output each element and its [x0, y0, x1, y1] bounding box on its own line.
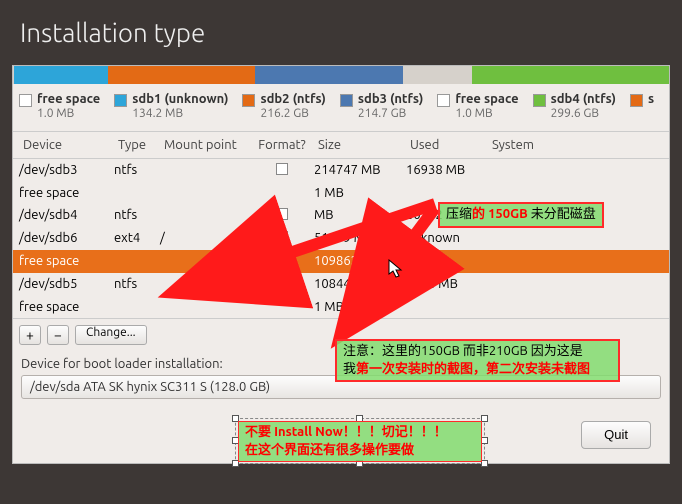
legend-swatch [340, 94, 353, 107]
cell-size: 108447 MB [314, 277, 406, 291]
disk-usage-bar [13, 66, 669, 84]
legend-name: sdb4 (ntfs) [551, 92, 616, 107]
cell-size: MB [314, 208, 406, 222]
cell-type: ext4 [114, 231, 160, 245]
change-partition-button[interactable]: Change... [75, 325, 147, 345]
legend-swatch [242, 94, 255, 107]
cell-size: 1 MB [314, 186, 406, 200]
cell-device: /dev/sdb5 [19, 277, 114, 291]
legend-name: free space [455, 92, 518, 107]
cell-size: 214747 MB [314, 163, 406, 177]
legend-item: sdb1 (unknown)134.2 MB [114, 92, 228, 121]
bar-segment [108, 66, 256, 84]
add-partition-button[interactable]: + [19, 325, 41, 345]
cell-size: 51199 MB [314, 231, 406, 245]
table-header: Device Type Mount point Format? Size Use… [13, 132, 669, 159]
table-row[interactable]: free space 1 MB [13, 182, 669, 204]
legend-size: 134.2 MB [132, 107, 228, 121]
legend-swatch [437, 94, 450, 107]
remove-partition-button[interactable]: − [47, 325, 69, 345]
legend-name: sdb3 (ntfs) [358, 92, 423, 107]
legend-swatch [19, 94, 32, 107]
cell-mount: / [160, 231, 250, 245]
legend: free space1.0 MBsdb1 (unknown)134.2 MBsd… [13, 92, 669, 131]
legend-size: 1.0 MB [37, 107, 100, 121]
cell-type: ntfs [114, 163, 160, 177]
legend-size: 1.0 MB [455, 107, 518, 121]
cell-type: ntfs [114, 208, 160, 222]
format-checkbox[interactable] [276, 208, 288, 220]
cell-size: 1 MB [314, 300, 406, 314]
legend-swatch [630, 94, 643, 107]
format-checkbox[interactable] [276, 163, 288, 175]
cell-format [250, 231, 314, 246]
content-panel: free space1.0 MBsdb1 (unknown)134.2 MBsd… [12, 65, 670, 464]
col-format: Format? [250, 136, 314, 154]
col-size: Size [314, 136, 406, 154]
legend-swatch [114, 94, 127, 107]
cell-device: /dev/sdb3 [19, 163, 114, 177]
cell-size: 109862 MB [314, 254, 406, 268]
cell-used: 16938 MB [406, 163, 488, 177]
legend-name: s [648, 92, 654, 107]
legend-name: sdb2 (ntfs) [260, 92, 325, 107]
cell-format [250, 254, 314, 269]
table-row[interactable]: /dev/sdb6ext4/ 51199 MBunknown [13, 227, 669, 250]
cell-format [250, 277, 314, 292]
annotation-note-2: 注意：这里的150GB 而非210GB 因为这是 我第一次安装时的截图，第二次安… [335, 339, 620, 382]
legend-name: free space [37, 92, 100, 107]
cell-type: ntfs [114, 277, 160, 291]
cell-device: free space [19, 300, 114, 314]
col-used: Used [406, 136, 488, 154]
format-checkbox[interactable] [276, 231, 288, 243]
legend-item: free space1.0 MB [19, 92, 100, 121]
format-checkbox[interactable] [276, 277, 288, 289]
col-device: Device [19, 136, 114, 154]
bar-segment [403, 66, 472, 84]
bar-segment [472, 66, 669, 84]
legend-name: sdb1 (unknown) [132, 92, 228, 107]
legend-size: 216.2 GB [260, 107, 325, 121]
cell-used: 7988 MB [406, 277, 488, 291]
bar-segment [14, 66, 108, 84]
legend-item: sdb2 (ntfs)216.2 GB [242, 92, 325, 121]
cell-device: free space [19, 254, 114, 268]
legend-item: free space1.0 MB [437, 92, 518, 121]
format-checkbox[interactable] [276, 254, 288, 266]
col-mount: Mount point [160, 136, 250, 154]
cell-device: /dev/sdb6 [19, 231, 114, 245]
col-system: System [488, 136, 663, 154]
legend-size: 299.6 GB [551, 107, 616, 121]
table-row[interactable]: free space 1 MB [13, 296, 669, 318]
table-row[interactable]: free space 109862 MB [13, 250, 669, 273]
cell-format [250, 208, 314, 223]
legend-swatch [533, 94, 546, 107]
legend-item: sdb4 (ntfs)299.6 GB [533, 92, 616, 121]
table-row[interactable]: /dev/sdb3ntfs 214747 MB16938 MB [13, 159, 669, 182]
cell-device: /dev/sdb4 [19, 208, 114, 222]
legend-item: s [630, 92, 654, 121]
col-type: Type [114, 136, 160, 154]
quit-button[interactable]: Quit [581, 421, 651, 449]
bar-segment [255, 66, 403, 84]
cell-device: free space [19, 186, 114, 200]
legend-size: 214.7 GB [358, 107, 423, 121]
cell-format [250, 163, 314, 178]
annotation-note-1: 压缩的 150GB 未分配磁盘 [438, 202, 604, 228]
cell-used: unknown [406, 231, 488, 245]
page-title: Installation type [0, 0, 682, 65]
table-row[interactable]: /dev/sdb5ntfs 108447 MB7988 MB [13, 273, 669, 296]
annotation-note-3: 不要 Install Now！！！切记！！！ 在这个界面还有很多操作要做 [238, 421, 482, 462]
legend-item: sdb3 (ntfs)214.7 GB [340, 92, 423, 121]
